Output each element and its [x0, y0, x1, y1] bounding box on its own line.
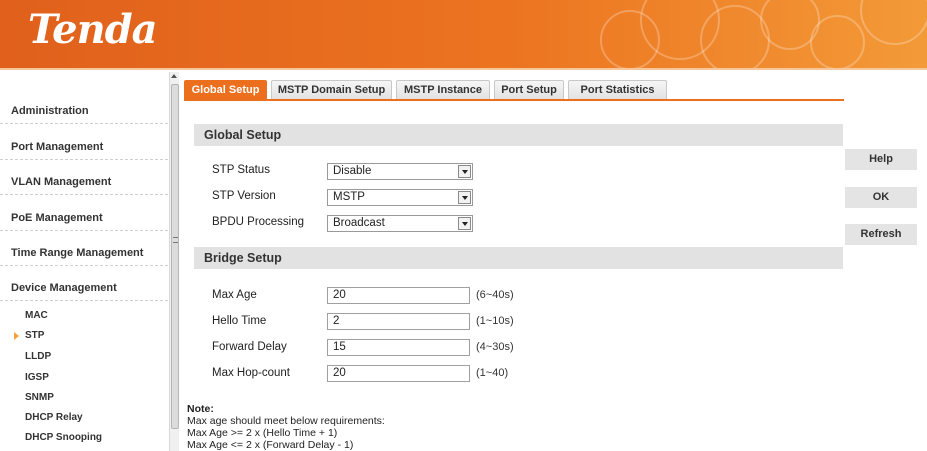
ok-button[interactable]: OK — [845, 187, 917, 208]
header-decoration — [860, 0, 927, 45]
hello-time-range: (1~10s) — [476, 315, 514, 327]
scrollbar-thumb[interactable] — [171, 84, 179, 429]
sidebar-scrollbar[interactable] — [169, 72, 179, 451]
max-hop-count-label: Max Hop-count — [212, 367, 290, 379]
help-button[interactable]: Help — [845, 149, 917, 170]
stp-status-label: STP Status — [212, 164, 270, 176]
sidebar-subitem-igsp[interactable]: IGSP — [0, 372, 168, 383]
forward-delay-input[interactable]: 15 — [327, 339, 470, 356]
sidebar-subitem-mac[interactable]: MAC — [0, 310, 168, 321]
hello-time-label: Hello Time — [212, 315, 267, 327]
sidebar-item-time-range-management[interactable]: Time Range Management — [0, 247, 168, 266]
sidebar-item-port-management[interactable]: Port Management — [0, 141, 168, 160]
sidebar-subitem-dhcp-snooping[interactable]: DHCP Snooping — [0, 432, 168, 443]
sidebar-subitem-stp[interactable]: STP — [0, 330, 168, 341]
forward-delay-range: (4~30s) — [476, 341, 514, 353]
hello-time-input[interactable]: 2 — [327, 313, 470, 330]
dropdown-arrow-icon[interactable] — [458, 191, 471, 204]
sidebar: Administration Port Management VLAN Mana… — [0, 70, 168, 451]
tab-global-setup[interactable]: Global Setup — [184, 80, 267, 100]
tab-underline — [184, 99, 844, 101]
scrollbar-grip-icon — [173, 237, 178, 243]
tab-mstp-domain-setup[interactable]: MSTP Domain Setup — [271, 80, 392, 100]
sidebar-subitem-snmp[interactable]: SNMP — [0, 392, 168, 403]
tab-mstp-instance[interactable]: MSTP Instance — [396, 80, 490, 100]
tenda-logo: Tenda — [28, 6, 158, 53]
stp-status-select[interactable]: Disable — [327, 163, 473, 180]
note-line: Max age should meet below requirements: — [187, 415, 385, 427]
scroll-up-arrow-icon[interactable] — [171, 74, 177, 78]
max-age-range: (6~40s) — [476, 289, 514, 301]
stp-version-value: MSTP — [333, 191, 365, 203]
dropdown-arrow-icon[interactable] — [458, 165, 471, 178]
refresh-button[interactable]: Refresh — [845, 224, 917, 245]
bpdu-processing-select[interactable]: Broadcast — [327, 215, 473, 232]
dropdown-arrow-icon[interactable] — [458, 217, 471, 230]
header-banner: Tenda — [0, 0, 927, 68]
max-age-label: Max Age — [212, 289, 257, 301]
tab-port-setup[interactable]: Port Setup — [494, 80, 564, 100]
note-line: Max Age <= 2 x (Forward Delay - 1) — [187, 439, 354, 451]
note-line: Max Age >= 2 x (Hello Time + 1) — [187, 427, 338, 439]
sidebar-item-poe-management[interactable]: PoE Management — [0, 212, 168, 231]
tab-port-statistics[interactable]: Port Statistics — [568, 80, 667, 100]
max-hop-count-range: (1~40) — [476, 367, 509, 379]
sidebar-item-administration[interactable]: Administration — [0, 105, 168, 124]
bpdu-processing-value: Broadcast — [333, 217, 385, 229]
sidebar-item-vlan-management[interactable]: VLAN Management — [0, 176, 168, 195]
header-decoration — [810, 15, 865, 68]
max-age-input[interactable]: 20 — [327, 287, 470, 304]
sidebar-subitem-lldp[interactable]: LLDP — [0, 351, 168, 362]
bpdu-processing-label: BPDU Processing — [212, 216, 305, 228]
note-title: Note: — [187, 403, 214, 415]
stp-status-value: Disable — [333, 165, 372, 177]
max-hop-count-input[interactable]: 20 — [327, 365, 470, 382]
bridge-setup-header: Bridge Setup — [194, 247, 843, 269]
sidebar-item-device-management[interactable]: Device Management — [0, 282, 168, 301]
sidebar-subitem-dhcp-relay[interactable]: DHCP Relay — [0, 412, 168, 423]
global-setup-header: Global Setup — [194, 124, 843, 146]
stp-version-label: STP Version — [212, 190, 276, 202]
stp-version-select[interactable]: MSTP — [327, 189, 473, 206]
forward-delay-label: Forward Delay — [212, 341, 287, 353]
